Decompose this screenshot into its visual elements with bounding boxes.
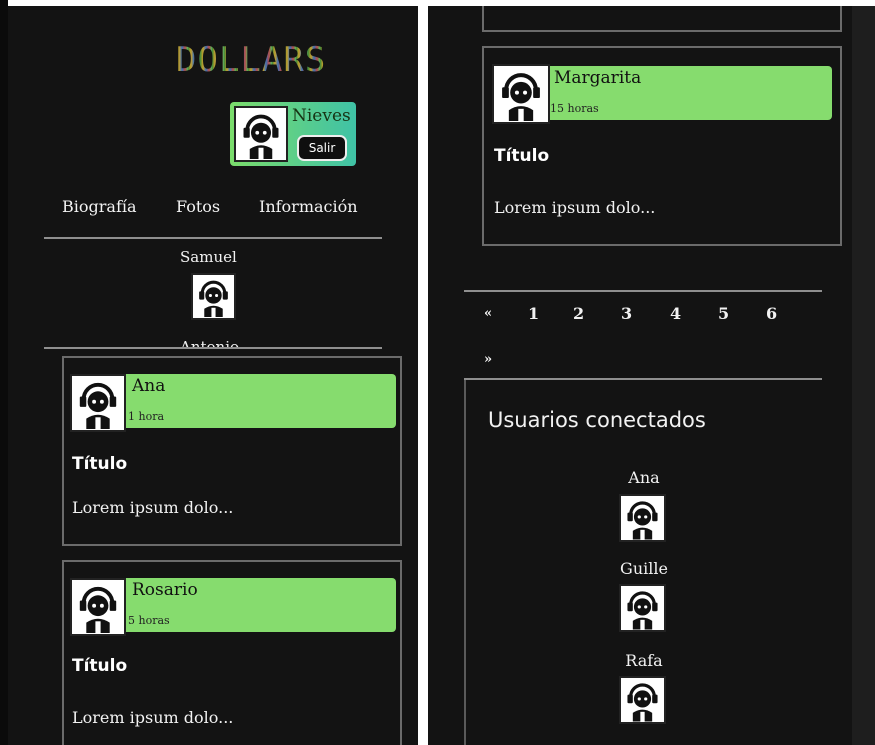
post-body: Lorem ipsum dolo... [494,198,656,217]
online-user-name[interactable]: Rafa [604,651,684,670]
tab-information[interactable]: Información [259,197,358,216]
current-user-name: Nieves [292,106,351,126]
pagination-page[interactable]: 4 [670,304,681,323]
pagination-top-divider [464,290,822,292]
post-title[interactable]: Título [494,146,549,166]
feed-panel: Margarita 15 horas Título Lorem ipsum do… [428,6,852,745]
post-body: Lorem ipsum dolo... [72,498,234,517]
friend-name[interactable]: Antonio [180,338,239,347]
app-logo[interactable]: DOLLARS [176,40,326,80]
post-time: 15 horas [550,102,599,115]
friend-name[interactable]: Samuel [180,248,237,266]
online-section-border [464,380,466,745]
post-card[interactable]: Margarita 15 horas Título Lorem ipsum do… [482,46,842,246]
scrollbar-track[interactable] [852,6,875,745]
post-avatar-icon[interactable] [70,374,126,432]
online-user-avatar-icon[interactable] [619,584,666,632]
pagination-page[interactable]: 2 [573,304,584,323]
pagination-page[interactable]: 1 [528,304,539,323]
tab-photos[interactable]: Fotos [176,197,220,216]
post-avatar-icon[interactable] [70,578,126,636]
post-card[interactable]: Rosario 5 horas Título Lorem ipsum dolo.… [62,560,402,745]
post-author[interactable]: Margarita [554,68,641,88]
post-author[interactable]: Rosario [132,580,198,600]
online-users-title: Usuarios conectados [488,408,706,432]
online-user-name[interactable]: Guille [604,559,684,578]
nav-divider [44,237,382,239]
post-author[interactable]: Ana [132,376,165,396]
pagination-next[interactable]: » [484,352,492,367]
online-user-name[interactable]: Ana [604,468,684,487]
friends-divider [44,347,382,349]
left-edge [0,0,8,745]
previous-post-card-edge [482,6,842,32]
pagination-page[interactable]: 3 [621,304,632,323]
tab-biography[interactable]: Biografía [62,197,137,216]
online-user-avatar-icon[interactable] [619,676,666,724]
friend-avatar-icon[interactable] [191,273,236,320]
user-avatar-icon[interactable] [234,106,288,162]
profile-panel: DOLLARS Nieves Salir Biografía Fotos Inf… [8,6,418,745]
current-user-box: Nieves Salir [230,102,356,166]
pagination-prev[interactable]: « [484,306,492,321]
friend-clip: Antonio [168,333,268,347]
pagination-page[interactable]: 5 [718,304,729,323]
post-avatar-icon[interactable] [492,64,550,124]
post-card[interactable]: Ana 1 hora Título Lorem ipsum dolo... [62,356,402,546]
post-title[interactable]: Título [72,454,127,474]
post-body: Lorem ipsum dolo... [72,708,234,727]
pagination-page[interactable]: 6 [766,304,777,323]
logout-button[interactable]: Salir [297,135,347,161]
pagination-bottom-divider [464,378,822,380]
post-time: 5 horas [128,614,170,627]
online-user-avatar-icon[interactable] [619,494,666,542]
post-title[interactable]: Título [72,656,127,676]
post-time: 1 hora [128,410,165,423]
